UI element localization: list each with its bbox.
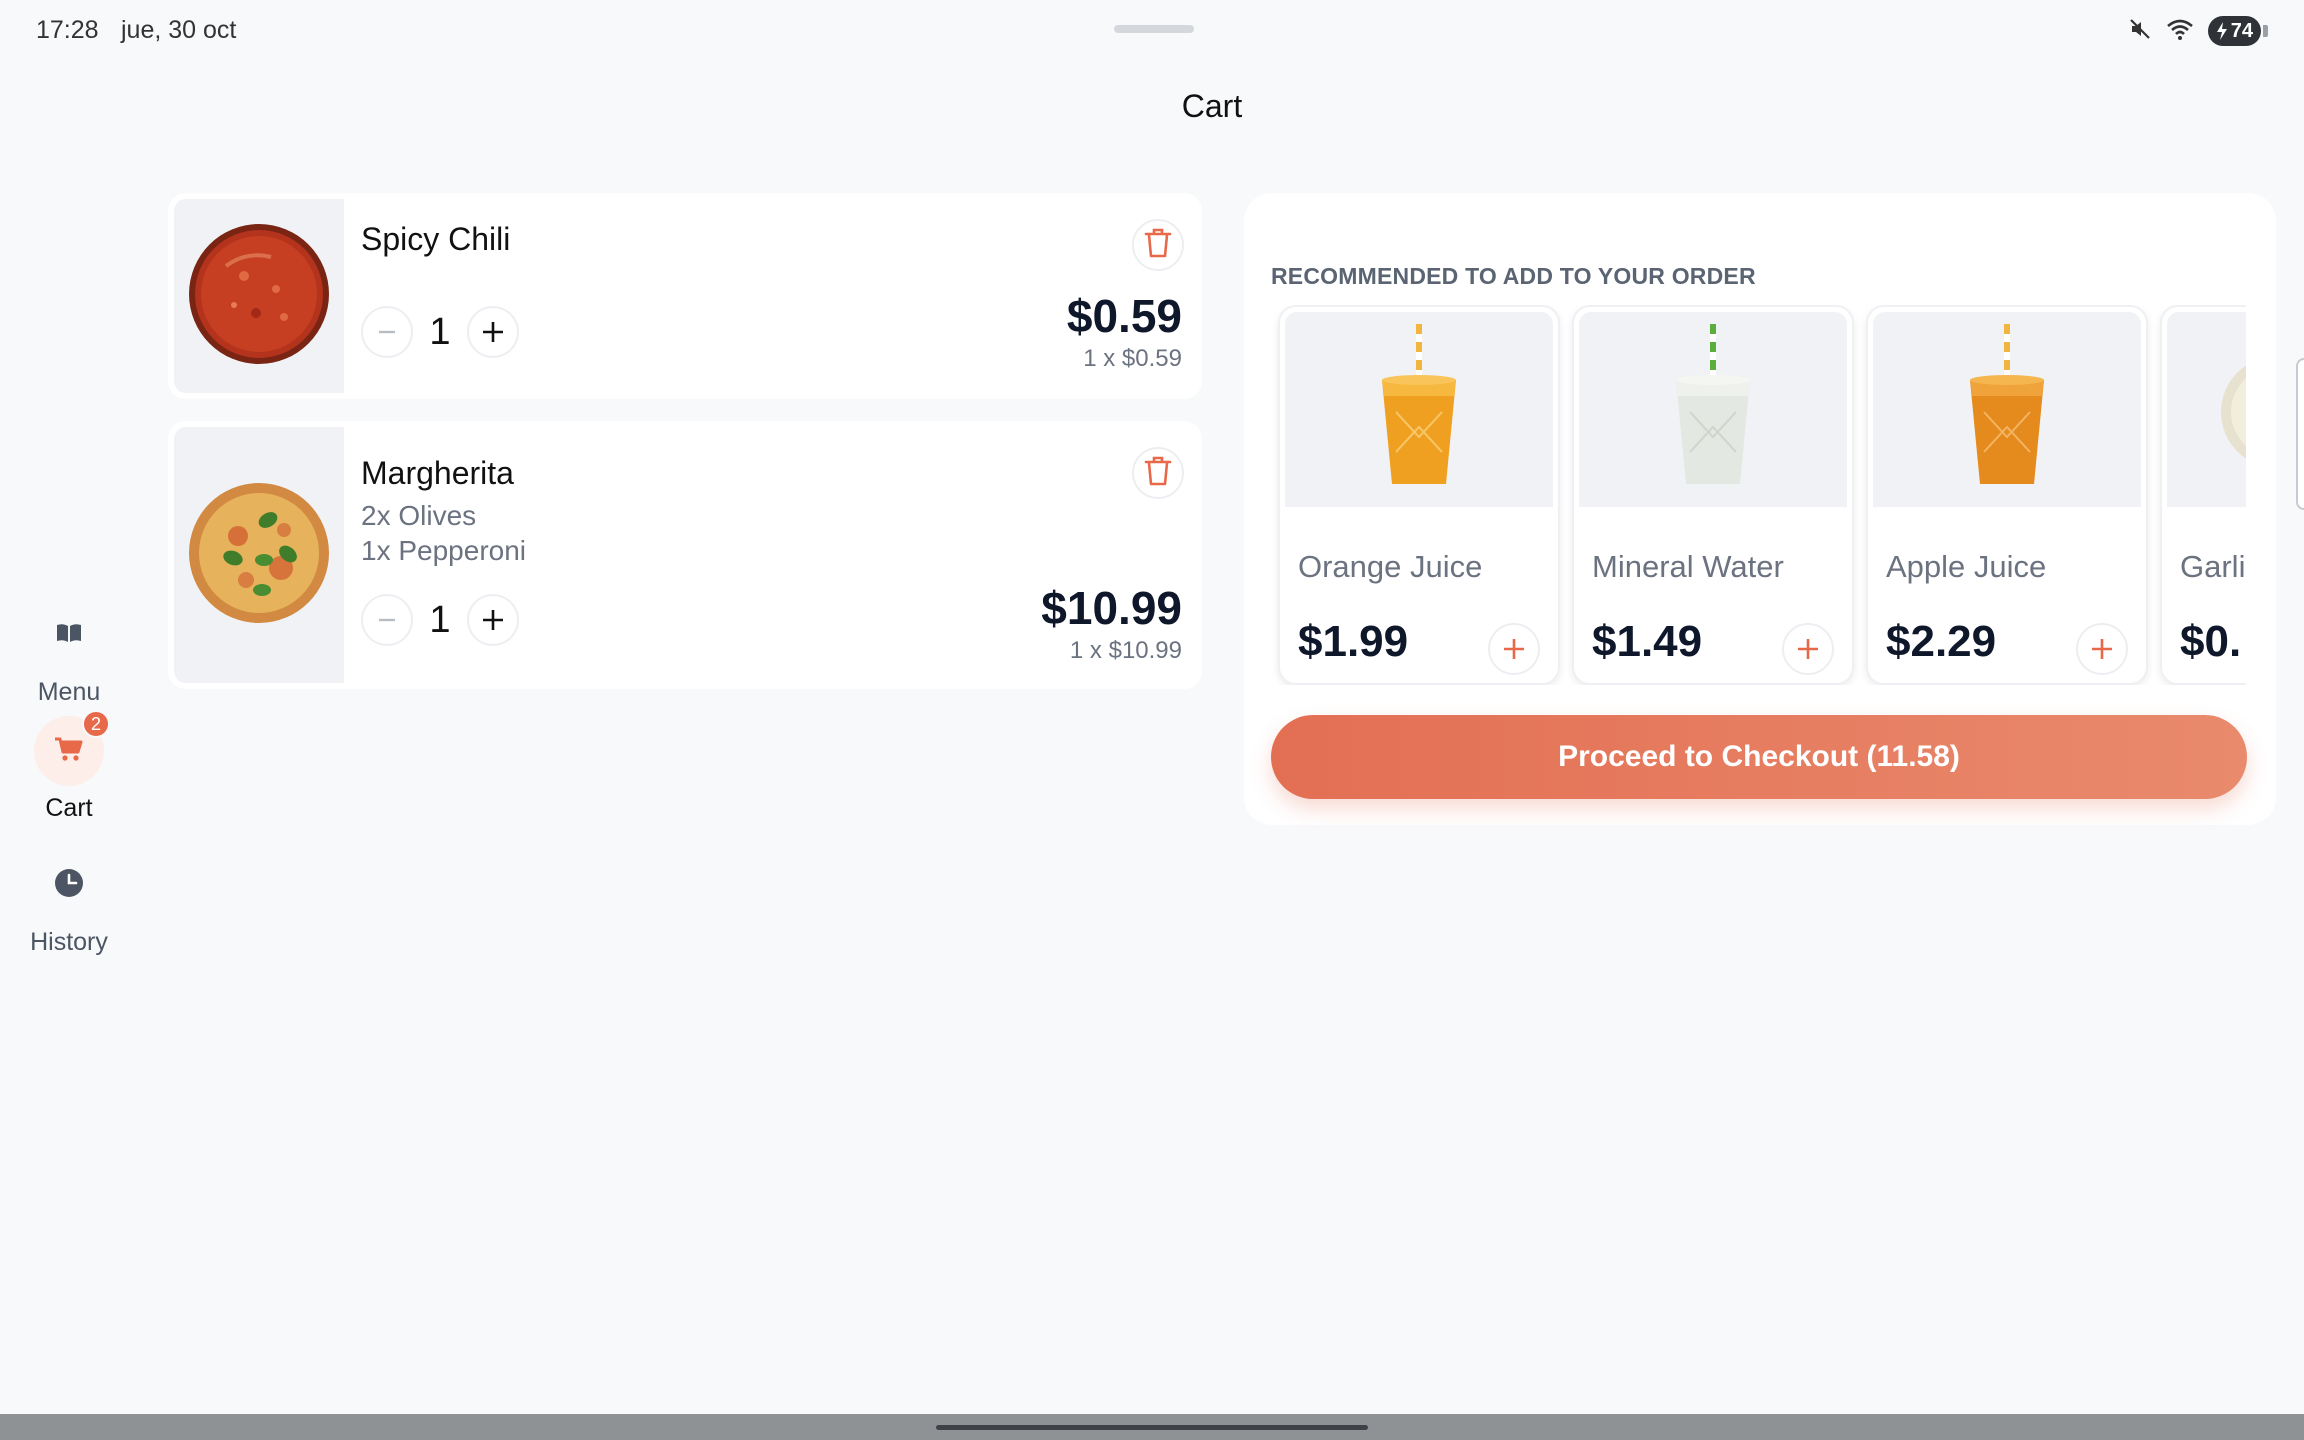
garlic-dip-bowl-icon bbox=[2207, 352, 2246, 477]
delete-item-button[interactable] bbox=[1132, 447, 1184, 499]
cart-item-name: Spicy Chili bbox=[361, 221, 511, 257]
cart-icon bbox=[54, 736, 84, 767]
quantity-stepper: 1 bbox=[361, 594, 519, 646]
add-recommendation-button[interactable] bbox=[1782, 623, 1834, 675]
margherita-pizza-icon bbox=[186, 480, 332, 631]
decrease-quantity-button[interactable] bbox=[361, 594, 413, 646]
book-icon bbox=[55, 621, 83, 650]
battery-level: 74 bbox=[2230, 19, 2253, 42]
battery-icon: 74 bbox=[2207, 16, 2261, 46]
nav-item-cart[interactable]: 2 Cart bbox=[0, 710, 138, 823]
cart-item-image bbox=[174, 199, 344, 393]
mute-icon bbox=[2128, 17, 2152, 46]
page-title: Cart bbox=[1181, 88, 1243, 124]
spicy-chili-bowl-icon bbox=[186, 221, 332, 372]
recommendations-carousel[interactable]: Orange Juice $1.99 Mineral Water $1.49 A… bbox=[1270, 305, 2246, 685]
top-drag-handle[interactable] bbox=[1114, 25, 1194, 33]
home-indicator[interactable] bbox=[936, 1425, 1368, 1430]
nav-icon-container: 2 bbox=[34, 710, 110, 786]
clock-icon bbox=[54, 868, 84, 903]
orange-juice-cup-icon bbox=[1374, 322, 1464, 497]
recommendation-price: $0. bbox=[2180, 617, 2242, 666]
cart-item-total-price: $0.59 bbox=[1066, 290, 1182, 342]
recommendation-name: Garli bbox=[2180, 549, 2246, 584]
status-icons: 74 bbox=[2128, 16, 2268, 46]
nav-item-history[interactable]: History bbox=[0, 850, 138, 957]
cart-item: Spicy Chili 1 $0.59 1 x $0.59 bbox=[168, 193, 1202, 399]
nav-icon-container bbox=[34, 600, 104, 670]
cart-item-name: Margherita bbox=[361, 455, 514, 491]
nav-label-history: History bbox=[30, 928, 108, 956]
cart-item-unit-price: 1 x $10.99 bbox=[1069, 637, 1182, 664]
recommendation-image bbox=[1285, 312, 1553, 507]
cart-item-total-price: $10.99 bbox=[1041, 582, 1182, 634]
status-date: jue, 30 oct bbox=[121, 16, 237, 44]
recommendation-card[interactable]: Garli $0. bbox=[2160, 305, 2246, 685]
cart-item-image bbox=[174, 427, 344, 683]
cart-item-modifier: 2x Olives bbox=[361, 500, 477, 531]
trash-icon bbox=[1143, 455, 1173, 492]
increase-quantity-button[interactable] bbox=[467, 306, 519, 358]
quantity-value: 1 bbox=[429, 310, 451, 353]
system-navigation-bar bbox=[0, 1414, 2304, 1440]
cart-item-unit-price: 1 x $0.59 bbox=[1083, 345, 1182, 372]
status-bar: 17:28 jue, 30 oct 74 bbox=[0, 0, 2304, 62]
battery-tip bbox=[2263, 25, 2268, 37]
nav-label-menu: Menu bbox=[37, 678, 101, 706]
decrease-quantity-button[interactable] bbox=[361, 306, 413, 358]
mineral-water-cup-icon bbox=[1668, 322, 1758, 497]
proceed-to-checkout-button[interactable]: Proceed to Checkout (11.58) bbox=[1271, 715, 2247, 799]
order-summary-panel: RECOMMENDED TO ADD TO YOUR ORDER Orange … bbox=[1244, 193, 2276, 825]
apple-juice-cup-icon bbox=[1962, 322, 2052, 497]
recommendation-card[interactable]: Apple Juice $2.29 bbox=[1866, 305, 2148, 685]
recommendation-price: $1.99 bbox=[1298, 617, 1409, 666]
recommendation-name: Apple Juice bbox=[1886, 549, 2047, 584]
delete-item-button[interactable] bbox=[1132, 219, 1184, 271]
increase-quantity-button[interactable] bbox=[467, 594, 519, 646]
trash-icon bbox=[1143, 227, 1173, 264]
cart-item: Margherita 2x Olives 1x Pepperoni 1 $10.… bbox=[168, 421, 1202, 689]
add-recommendation-button[interactable] bbox=[2076, 623, 2128, 675]
nav-icon-container bbox=[34, 850, 104, 920]
cart-item-modifier: 1x Pepperoni bbox=[361, 535, 527, 566]
status-time: 17:28 bbox=[36, 16, 99, 44]
edge-panel-handle[interactable] bbox=[2296, 358, 2304, 510]
recommendation-price: $2.29 bbox=[1886, 617, 1997, 666]
recommendation-image bbox=[2167, 312, 2246, 507]
recommendation-name: Orange Juice bbox=[1298, 549, 1483, 584]
wifi-icon bbox=[2166, 17, 2194, 46]
nav-item-menu[interactable]: Menu bbox=[0, 600, 138, 707]
nav-label-cart: Cart bbox=[45, 794, 93, 822]
add-recommendation-button[interactable] bbox=[1488, 623, 1540, 675]
recommendation-card[interactable]: Mineral Water $1.49 bbox=[1572, 305, 1854, 685]
recommendation-card[interactable]: Orange Juice $1.99 bbox=[1278, 305, 1560, 685]
recommendation-name: Mineral Water bbox=[1592, 549, 1784, 584]
recommendation-image bbox=[1873, 312, 2141, 507]
recommendations-title: RECOMMENDED TO ADD TO YOUR ORDER bbox=[1271, 263, 1756, 289]
quantity-stepper: 1 bbox=[361, 306, 519, 358]
quantity-value: 1 bbox=[429, 598, 451, 641]
cart-count-badge: 2 bbox=[82, 710, 110, 738]
recommendation-price: $1.49 bbox=[1592, 617, 1703, 666]
recommendation-image bbox=[1579, 312, 1847, 507]
